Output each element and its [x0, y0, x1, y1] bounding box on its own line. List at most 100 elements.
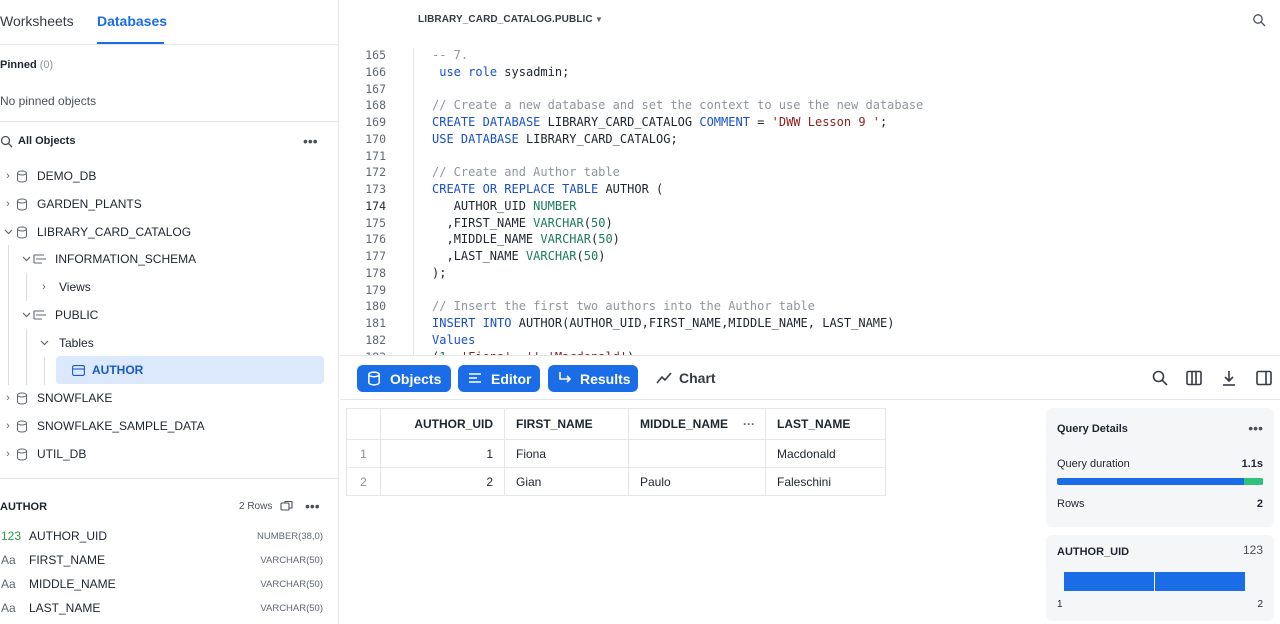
code-line[interactable]: 178);	[340, 265, 1280, 282]
line-number: 182	[365, 332, 386, 347]
code-line[interactable]: 166 use role sysadmin;	[340, 64, 1280, 81]
code-line[interactable]: 181 INSERT INTO AUTHOR(AUTHOR_UID,FIRST_N…	[340, 315, 1280, 332]
table-cell[interactable]: Faleschini	[766, 468, 886, 496]
code-line[interactable]: 179	[340, 282, 1280, 299]
code-line[interactable]: 167	[340, 81, 1280, 98]
chevron-right-icon[interactable]: ›	[39, 281, 49, 293]
code-line[interactable]: 177 ,LAST_NAME VARCHAR(50)	[340, 248, 1280, 265]
tab-databases[interactable]: Databases	[97, 13, 167, 29]
row-index-header	[346, 408, 381, 440]
column-datatype: VARCHAR(50)	[260, 578, 323, 590]
code-line[interactable]: 176 ,MIDDLE_NAME VARCHAR(50)	[340, 231, 1280, 248]
tree-item-tables[interactable]: Tables	[0, 329, 338, 357]
code-line[interactable]: 182 Values	[340, 332, 1280, 349]
table-cell[interactable]: Macdonald	[766, 440, 886, 468]
tree-item-snowflake-sample-data[interactable]: › SNOWFLAKE_SAMPLE_DATA	[0, 412, 338, 440]
table-cell[interactable]: Fiona	[505, 440, 629, 468]
data-preview-icon[interactable]	[280, 500, 293, 512]
column-header[interactable]: MIDDLE_NAME ···	[629, 408, 766, 440]
column-header[interactable]: FIRST_NAME	[505, 408, 629, 440]
code-line[interactable]: 168 // Create a new database and set the …	[340, 97, 1280, 114]
panel-tabs: Worksheets Databases	[0, 0, 338, 45]
database-icon	[368, 371, 380, 386]
tree-item-garden-plants[interactable]: › GARDEN_PLANTS	[0, 190, 338, 218]
editor-toggle-button[interactable]: Editor	[458, 365, 540, 392]
sql-editor[interactable]: LIBRARY_CARD_CATALOG.PUBLIC ▼ 165 -- 7. 16…	[340, 0, 1280, 355]
code-line[interactable]: 170 USE DATABASE LIBRARY_CARD_CATALOG;	[340, 131, 1280, 148]
histogram-bar[interactable]	[1064, 572, 1154, 591]
column-row[interactable]: Aa FIRST_NAME VARCHAR(50)	[0, 548, 338, 572]
column-summary-card[interactable]: AUTHOR_UID 123 1 2	[1046, 535, 1274, 621]
columns-icon[interactable]	[1186, 370, 1202, 386]
row-count: 2 Rows	[239, 501, 273, 512]
chevron-down-icon[interactable]	[21, 254, 31, 264]
all-objects-label: All Objects	[18, 135, 76, 147]
tree-item-author[interactable]: AUTHOR	[0, 356, 338, 384]
code-line[interactable]: 180 // Insert the first two authors into …	[340, 298, 1280, 315]
code-line[interactable]: 173 CREATE OR REPLACE TABLE AUTHOR (	[340, 181, 1280, 198]
column-header[interactable]: LAST_NAME	[766, 408, 886, 440]
tree-item-public[interactable]: PUBLIC	[0, 301, 338, 329]
chart-button[interactable]: Chart	[679, 370, 716, 386]
table-cell[interactable]	[629, 440, 766, 468]
search-icon[interactable]	[1252, 13, 1266, 27]
chevron-down-icon[interactable]	[21, 310, 31, 320]
more-options-icon[interactable]: •••	[1248, 420, 1263, 436]
context-selector[interactable]: LIBRARY_CARD_CATALOG.PUBLIC	[418, 14, 593, 25]
tree-item-library-card-catalog[interactable]: LIBRARY_CARD_CATALOG	[0, 218, 338, 246]
text-type-icon: Aa	[1, 601, 16, 615]
text-type-icon: Aa	[1, 577, 16, 591]
download-icon[interactable]	[1221, 370, 1237, 386]
text-type-icon: Aa	[1, 553, 16, 567]
active-tab-indicator	[97, 42, 164, 44]
code-text: ,MIDDLE_NAME VARCHAR(50)	[432, 232, 620, 247]
objects-toggle-button[interactable]: Objects	[357, 365, 451, 392]
code-line[interactable]: 172 // Create and Author table	[340, 164, 1280, 181]
code-line[interactable]: 169 CREATE DATABASE LIBRARY_CARD_CATALOG …	[340, 114, 1280, 131]
chevron-right-icon[interactable]: ›	[3, 198, 13, 210]
tree-item-views[interactable]: › Views	[0, 273, 338, 301]
more-options-icon[interactable]: •••	[305, 498, 320, 514]
code-text: // Create a new database and set the con…	[432, 98, 924, 113]
code-line[interactable]: 174 AUTHOR_UID NUMBER	[340, 198, 1280, 215]
table-cell[interactable]: 1	[381, 440, 505, 468]
chevron-right-icon[interactable]: ›	[3, 392, 13, 404]
more-options-icon[interactable]: •••	[303, 133, 318, 149]
tree-item-information-schema[interactable]: INFORMATION_SCHEMA	[0, 245, 338, 273]
table-cell[interactable]: Paulo	[629, 468, 766, 496]
tree-item-snowflake[interactable]: › SNOWFLAKE	[0, 384, 338, 412]
search-icon[interactable]	[1152, 370, 1168, 386]
tree-item-util-db[interactable]: › UTIL_DB	[0, 440, 338, 468]
line-number: 171	[365, 148, 386, 163]
query-details-card: Query Details ••• Query duration 1.1s Ro…	[1046, 408, 1274, 527]
results-toggle-button[interactable]: Results	[548, 365, 638, 392]
column-row[interactable]: Aa MIDDLE_NAME VARCHAR(50)	[0, 572, 338, 596]
column-datatype: NUMBER(38,0)	[257, 530, 323, 542]
histogram-bar[interactable]	[1155, 572, 1245, 591]
caret-down-icon[interactable]: ▼	[595, 15, 603, 24]
column-name: AUTHOR_UID	[29, 529, 108, 543]
chevron-down-icon[interactable]	[3, 227, 13, 237]
pinned-empty-message: No pinned objects	[0, 94, 97, 108]
divider	[0, 121, 338, 122]
database-icon	[15, 419, 29, 433]
table-cell[interactable]: Gian	[505, 468, 629, 496]
code-line[interactable]: 175 ,FIRST_NAME VARCHAR(50)	[340, 215, 1280, 232]
tree-item-demo-db[interactable]: › DEMO_DB	[0, 162, 338, 190]
split-panel-icon[interactable]	[1256, 370, 1272, 386]
column-header[interactable]: AUTHOR_UID	[381, 408, 505, 440]
code-line[interactable]: 165 -- 7.	[340, 47, 1280, 64]
line-number: 175	[365, 215, 386, 230]
table-cell[interactable]: 2	[381, 468, 505, 496]
all-objects-search[interactable]: All Objects	[0, 134, 75, 148]
column-row[interactable]: Aa LAST_NAME VARCHAR(50)	[0, 596, 338, 620]
column-summary-name: AUTHOR_UID	[1057, 546, 1130, 558]
chevron-down-icon[interactable]	[39, 338, 49, 348]
chevron-right-icon[interactable]: ›	[3, 448, 13, 460]
tab-worksheets[interactable]: Worksheets	[0, 13, 74, 29]
column-row[interactable]: 123 AUTHOR_UID NUMBER(38,0)	[0, 524, 338, 548]
chevron-right-icon[interactable]: ›	[3, 170, 13, 182]
code-line[interactable]: 171	[340, 148, 1280, 165]
chevron-right-icon[interactable]: ›	[3, 420, 13, 432]
column-menu-icon[interactable]: ···	[743, 417, 755, 431]
